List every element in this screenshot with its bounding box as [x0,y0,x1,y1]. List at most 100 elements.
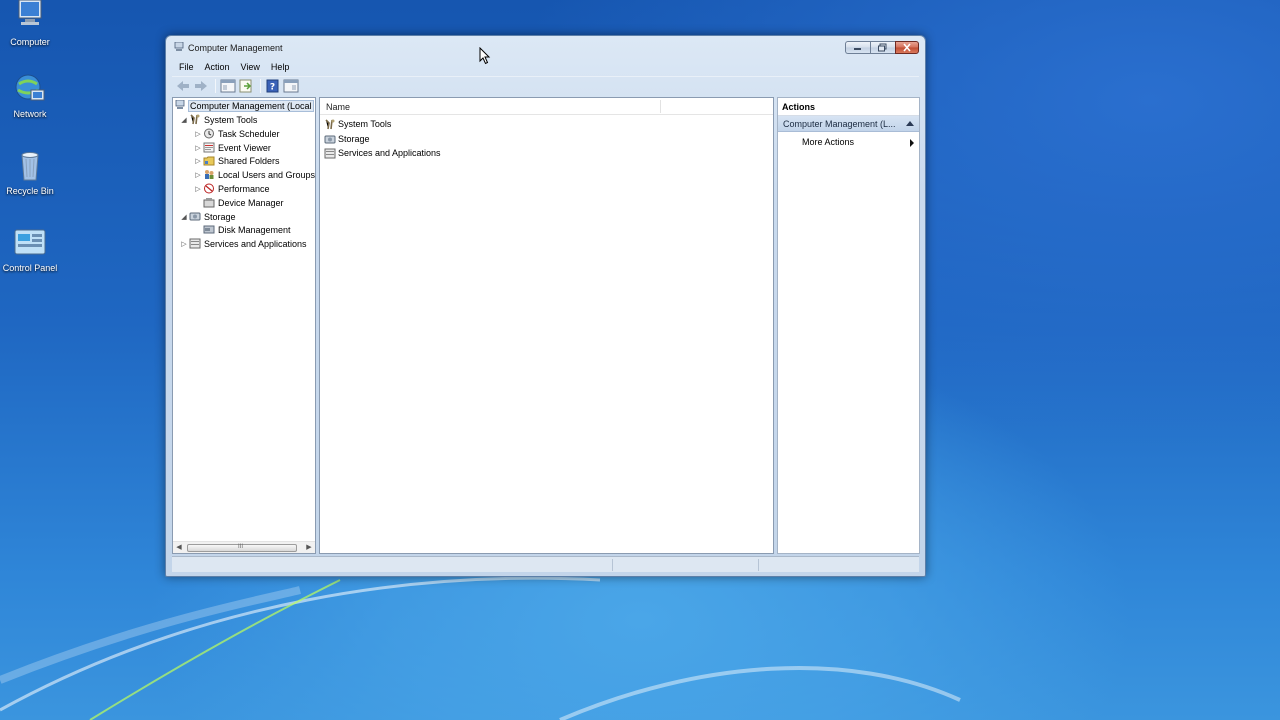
collapse-arrow-icon[interactable]: ◢ [179,116,189,124]
menu-view[interactable]: View [241,62,260,72]
storage-icon [324,134,336,145]
scroll-grip-icon: III [238,544,244,550]
tree-item-label: Services and Applications [204,238,307,249]
tree-item-label: Disk Management [218,224,291,235]
tree-item-event-viewer[interactable]: ▷ Event Viewer [193,141,271,154]
desktop-icon-computer[interactable]: Computer [0,0,60,47]
console-tree-pane[interactable]: Computer Management (Local ◢ System Tool… [172,97,316,554]
expand-arrow-icon[interactable]: ▷ [193,144,203,152]
maximize-button[interactable] [870,41,895,54]
list-item-system-tools[interactable]: System Tools [324,117,391,131]
tree-item-computer-management[interactable]: Computer Management (Local [174,99,314,112]
collapse-caret-icon[interactable] [906,121,914,126]
toolbar: ? [172,76,919,94]
tree-item-device-manager[interactable]: Device Manager [193,196,284,209]
desktop-icon-control-panel[interactable]: Control Panel [0,226,60,273]
scroll-thumb[interactable]: III [187,544,297,552]
desktop-icon-network[interactable]: Network [0,72,60,119]
forward-icon [195,80,207,91]
show-hide-action-pane-icon [283,79,299,92]
tree-item-disk-management[interactable]: Disk Management [193,223,291,236]
tree-item-label: Shared Folders [218,155,280,166]
tree-item-performance[interactable]: ▷ Performance [193,182,270,195]
column-header[interactable]: Name [320,98,773,115]
forward-button[interactable] [193,79,209,93]
menu-help[interactable]: Help [271,62,290,72]
control-panel-icon [13,226,47,260]
window-title: Computer Management [188,43,283,53]
system-tools-icon [324,118,336,130]
list-item-services-and-applications[interactable]: Services and Applications [324,146,441,160]
desktop-icon-recycle-bin[interactable]: Recycle Bin [0,149,60,196]
tree-item-task-scheduler[interactable]: ▷ Task Scheduler [193,127,280,140]
tree-item-label: Task Scheduler [218,128,280,139]
scroll-right-arrow-icon[interactable]: ▶ [304,542,314,554]
storage-icon [189,211,201,222]
expand-arrow-icon[interactable]: ▷ [193,157,203,165]
expand-arrow-icon[interactable]: ▷ [193,185,203,193]
restore-icon [878,43,887,52]
wallpaper-swoosh [0,576,961,720]
horizontal-scrollbar[interactable]: ◀ III ▶ [173,541,315,553]
close-button[interactable] [895,41,919,54]
show-hide-tree-button[interactable] [220,79,236,93]
collapse-arrow-icon[interactable]: ◢ [179,213,189,221]
list-item-label: Services and Applications [338,148,441,158]
submenu-arrow-icon[interactable] [910,139,914,147]
system-tools-icon [189,114,201,125]
list-item-storage[interactable]: Storage [324,132,370,146]
tree-item-services-and-applications[interactable]: ▷ Services and Applications [179,237,307,250]
toolbar-separator [260,78,261,93]
expand-arrow-icon[interactable]: ▷ [193,171,203,179]
task-scheduler-icon [203,128,215,139]
tree-item-label: Device Manager [218,197,284,208]
svg-text:?: ? [270,82,275,92]
desktop-icon-label: Computer [10,37,50,47]
tree-item-label: Storage [204,211,236,222]
actions-header: Actions [778,98,919,116]
scroll-left-arrow-icon[interactable]: ◀ [174,542,184,554]
disk-management-icon [203,224,215,235]
column-divider[interactable] [660,100,661,113]
network-icon [13,72,47,106]
column-header-name[interactable]: Name [326,102,350,112]
tree-item-label: Performance [218,183,270,194]
list-item-label: System Tools [338,119,392,129]
expand-arrow-icon[interactable]: ▷ [179,240,189,248]
title-bar[interactable]: Computer Management [166,36,925,58]
export-list-icon [239,79,252,92]
help-button[interactable]: ? [265,79,281,93]
tree-item-storage[interactable]: ◢ Storage [179,210,236,223]
export-list-button[interactable] [238,79,254,93]
performance-icon [203,183,215,194]
recycle-bin-icon [13,149,47,183]
tree-item-shared-folders[interactable]: ▷ Shared Folders [193,154,280,167]
computer-management-window[interactable]: Computer Management File Action View Hel… [165,35,926,577]
computer-management-icon [174,41,185,52]
mouse-cursor-icon [479,47,491,65]
minimize-icon [854,48,861,50]
tree-item-label: Local Users and Groups [218,169,316,180]
tree-item-system-tools[interactable]: ◢ System Tools [179,113,257,126]
show-hide-action-pane-button[interactable] [283,79,299,93]
tree-item-label: System Tools [204,114,258,125]
action-more-actions[interactable]: More Actions [802,137,854,147]
back-button[interactable] [175,79,191,93]
show-hide-tree-icon [220,79,236,92]
desktop-icon-label: Control Panel [2,263,58,273]
results-pane[interactable]: Name System Tools Storage Services and A… [319,97,774,554]
desktop-icon-label: Network [13,109,47,119]
minimize-button[interactable] [845,41,870,54]
menu-action[interactable]: Action [205,62,230,72]
actions-pane: Actions Computer Management (L... More A… [777,97,920,554]
tree-item-local-users-and-groups[interactable]: ▷ Local Users and Groups [193,168,315,181]
actions-section-label: Computer Management (L... [783,119,896,129]
list-item-label: Storage [338,134,370,144]
device-manager-icon [203,197,215,208]
local-users-icon [203,169,215,180]
toolbar-separator [215,78,216,93]
shared-folders-icon [203,155,215,166]
actions-section-header[interactable]: Computer Management (L... [778,116,919,132]
menu-file[interactable]: File [179,62,194,72]
expand-arrow-icon[interactable]: ▷ [193,130,203,138]
